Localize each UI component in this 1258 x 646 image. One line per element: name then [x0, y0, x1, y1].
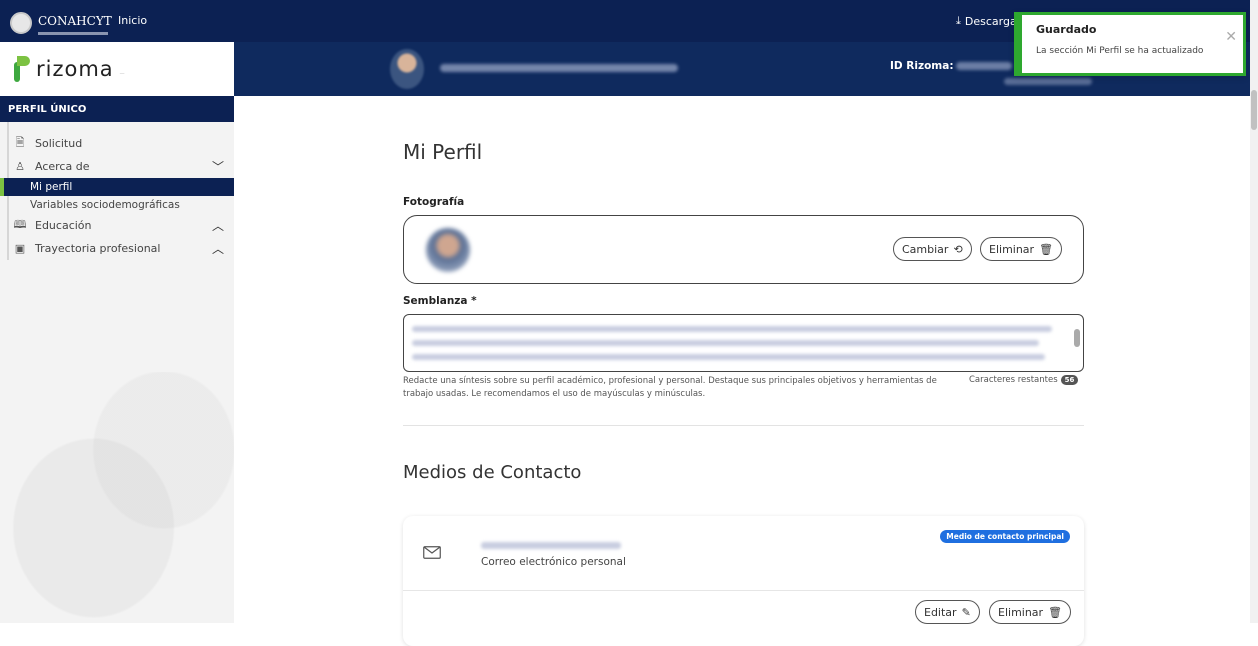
trash-icon: 🗑	[1039, 242, 1054, 256]
textarea-scrollbar[interactable]	[1073, 319, 1081, 367]
sidebar-item-label: Educación	[35, 219, 92, 232]
sidebar-background-pattern	[0, 372, 234, 623]
seal-icon	[10, 11, 32, 34]
bio-helper-text: Redacte una síntesis sobre su perfil aca…	[403, 376, 937, 399]
sidebar-item-variables[interactable]: Variables sociodemográficas	[0, 196, 234, 214]
char-counter: Caracteres restantes 56	[969, 375, 1079, 385]
delete-label: Eliminar	[998, 605, 1044, 619]
sidebar-item-label: Acerca de	[35, 160, 90, 173]
section-divider	[403, 425, 1084, 426]
bio-text-redacted	[412, 354, 1046, 360]
contact-email-redacted	[481, 542, 621, 549]
change-photo-button[interactable]: Cambiar ⟲	[893, 237, 972, 261]
download-link[interactable]: ⤓ Descarga	[956, 14, 1017, 28]
chevron-up-icon: ︿	[211, 219, 224, 233]
primary-contact-badge: Medio de contacto principal	[940, 530, 1070, 543]
sidebar-nav: 🗎 Solicitud ♙ Acerca de ﹀ Mi perfil Vari…	[0, 122, 234, 260]
badge-icon: ▣	[14, 242, 26, 255]
chevron-down-icon: ﹀	[211, 160, 224, 174]
brand-version: —	[119, 71, 125, 77]
sidebar-item-acerca-de[interactable]: ♙ Acerca de ﹀	[9, 155, 234, 178]
id-rizoma-value-redacted	[956, 62, 1012, 70]
bio-text-redacted	[412, 340, 1039, 346]
sidebar-item-solicitud[interactable]: 🗎 Solicitud	[9, 132, 234, 155]
photo-card: Cambiar ⟲ Eliminar 🗑	[403, 215, 1084, 284]
user-name-redacted	[440, 64, 678, 72]
contact-section-title: Medios de Contacto	[403, 462, 582, 483]
close-icon[interactable]: ✕	[1225, 29, 1237, 45]
toast-title: Guardado	[1036, 23, 1097, 36]
gov-subtitle-line	[38, 32, 108, 35]
gov-name: CONAHCYT	[38, 14, 112, 28]
rizoma-logo[interactable]: rizoma —	[0, 42, 234, 96]
conahcyt-logo[interactable]: CONAHCYT	[10, 10, 112, 35]
pencil-icon: ✎	[961, 605, 971, 619]
camera-refresh-icon: ⟲	[953, 242, 963, 256]
delete-photo-button[interactable]: Eliminar 🗑	[980, 237, 1063, 261]
sidebar-item-label: Solicitud	[35, 137, 83, 150]
sidebar-item-trayectoria[interactable]: ▣ Trayectoria profesional ︿	[9, 237, 234, 260]
photo-label: Fotografía	[403, 196, 465, 208]
delete-contact-button[interactable]: Eliminar 🗑	[989, 600, 1072, 624]
bio-text-redacted	[412, 326, 1052, 332]
contact-divider	[403, 590, 1084, 591]
mail-icon	[423, 546, 441, 559]
profile-photo	[426, 228, 470, 272]
document-icon: 🗎	[15, 136, 25, 149]
bio-textarea[interactable]	[403, 314, 1084, 372]
book-icon: 🕮	[13, 218, 27, 231]
sidebar-item-label: Trayectoria profesional	[35, 242, 161, 255]
page-scrollbar[interactable]	[1250, 0, 1258, 623]
edit-label: Editar	[924, 605, 957, 619]
id-rizoma-extra-redacted	[1004, 78, 1092, 85]
sidebar-item-educacion[interactable]: 🕮 Educación ︿	[9, 214, 234, 237]
rizoma-mark-icon	[12, 56, 30, 82]
chevron-up-icon: ︿	[211, 242, 224, 256]
main-content: Mi Perfil Fotografía Cambiar ⟲ Eliminar …	[234, 96, 1250, 646]
sidebar-item-mi-perfil[interactable]: Mi perfil	[0, 178, 234, 196]
home-link[interactable]: Inicio	[118, 14, 147, 27]
id-rizoma-label: ID Rizoma:	[890, 60, 954, 72]
avatar	[390, 49, 424, 89]
download-label: Descarga	[964, 14, 1017, 28]
trash-icon: 🗑	[1048, 605, 1063, 619]
sidebar-section-title: PERFIL ÚNICO	[0, 96, 234, 122]
bio-label: Semblanza *	[403, 295, 477, 307]
brand-name: rizoma	[36, 57, 114, 81]
toast-message: La sección Mi Perfil se ha actualizado	[1036, 46, 1204, 56]
delete-label: Eliminar	[989, 242, 1035, 256]
char-counter-label: Caracteres restantes	[969, 375, 1058, 385]
char-counter-badge: 56	[1060, 375, 1079, 385]
change-label: Cambiar	[902, 242, 949, 256]
download-icon: ⤓	[956, 14, 961, 27]
user-icon: ♙	[15, 160, 25, 173]
contact-card: Correo electrónico personal Medio de con…	[403, 516, 1084, 646]
sidebar: rizoma — PERFIL ÚNICO 🗎 Solicitud ♙ Acer…	[0, 42, 234, 623]
scrollbar-thumb[interactable]	[1251, 90, 1257, 130]
page-title: Mi Perfil	[403, 140, 483, 164]
edit-contact-button[interactable]: Editar ✎	[915, 600, 980, 624]
success-toast: Guardado La sección Mi Perfil se ha actu…	[1014, 12, 1246, 76]
contact-type: Correo electrónico personal	[481, 556, 626, 568]
